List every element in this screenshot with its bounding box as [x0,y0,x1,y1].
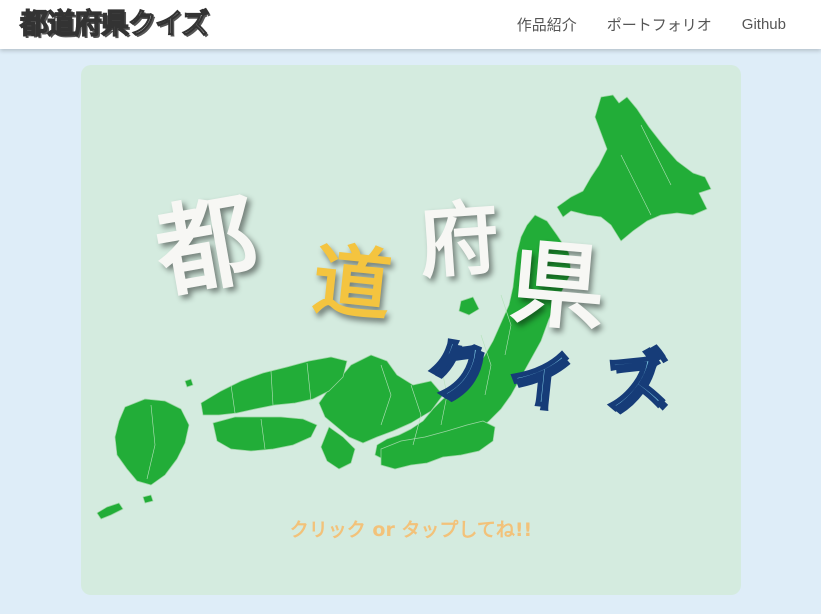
nav-links: 作品紹介 ポートフォリオ Github [487,0,786,49]
nav-link-works[interactable]: 作品紹介 [517,14,577,35]
title-char-to: 都 [147,180,267,313]
brand-char: ズ [181,6,210,40]
brand-char: 県 [100,6,129,40]
start-quiz-card[interactable]: 都 道 府 県 ク イ ズ クリック or タップしてね!! [81,65,741,595]
title-char-michi: 道 [308,235,396,333]
nav-link-portfolio[interactable]: ポートフォリオ [607,14,712,35]
quiz-char-i: イ [503,339,577,422]
nav-link-github[interactable]: Github [742,16,786,33]
brand-logo[interactable]: 都道府県クイズ [19,6,210,42]
tap-to-start-text: クリック or タップしてね!! [289,519,533,541]
brand-char-accent: 道 [46,6,75,40]
title-char-ken: 県 [506,229,610,346]
brand-char: ク [127,6,156,40]
brand-char: 府 [73,6,102,40]
top-navbar: 都道府県クイズ 作品紹介 ポートフォリオ Github [0,0,821,49]
title-char-fu: 府 [415,191,503,290]
brand-char: 都 [19,6,48,40]
quiz-char-ku: ク [420,328,497,413]
brand-char: イ [154,6,182,40]
quiz-char-zu: ズ [599,341,673,424]
